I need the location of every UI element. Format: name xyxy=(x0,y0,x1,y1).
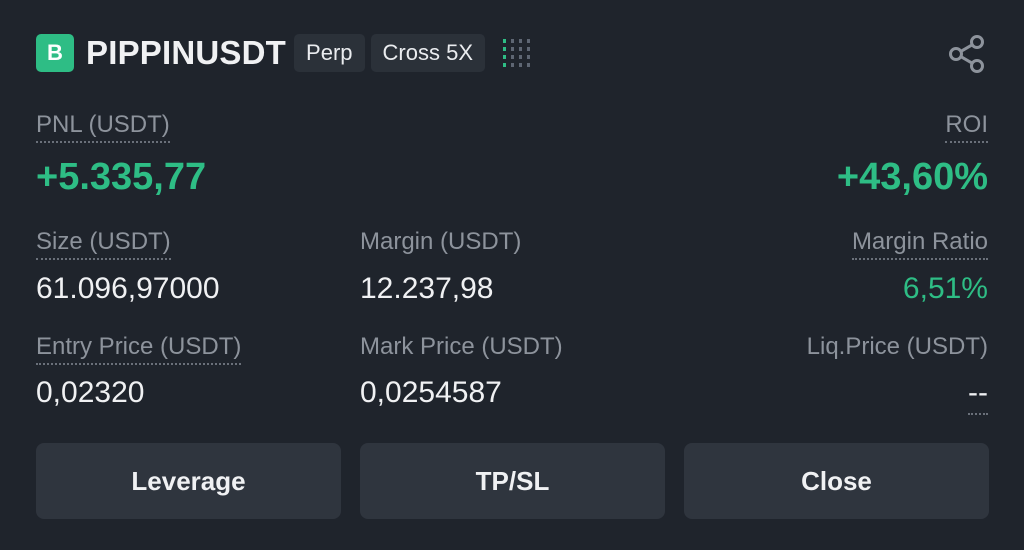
mark-price-value: 0,0254587 xyxy=(360,376,502,409)
close-position-button[interactable]: Close xyxy=(684,443,989,519)
margin-mode-leverage-tag[interactable]: Cross 5X xyxy=(370,34,486,72)
size-label[interactable]: Size (USDT) xyxy=(36,229,171,260)
contract-type-tag: Perp xyxy=(294,34,365,72)
entry-price-label[interactable]: Entry Price (USDT) xyxy=(36,334,242,365)
roi-label[interactable]: ROI xyxy=(945,112,988,143)
share-icon xyxy=(949,35,984,73)
symbol-name[interactable]: PIPPINUSDT xyxy=(86,34,286,72)
entry-price-value: 0,02320 xyxy=(36,376,145,409)
long-side-badge: B xyxy=(36,34,74,72)
mark-price-label: Mark Price (USDT) xyxy=(360,333,563,360)
position-card: B PIPPINUSDT Perp Cross 5X PNL (USDT) +5… xyxy=(0,0,1024,550)
pnl-label[interactable]: PNL (USDT) xyxy=(36,112,170,143)
risk-bar xyxy=(527,39,531,67)
leverage-button[interactable]: Leverage xyxy=(36,443,341,519)
risk-bar xyxy=(503,39,507,67)
margin-ratio-value: 6,51% xyxy=(902,272,988,305)
risk-level-bars-icon xyxy=(503,39,531,67)
margin-value: 12.237,98 xyxy=(360,272,494,305)
margin-ratio-label[interactable]: Margin Ratio xyxy=(851,229,988,260)
position-header: B PIPPINUSDT Perp Cross 5X xyxy=(36,33,988,73)
margin-label: Margin (USDT) xyxy=(360,228,522,255)
share-button[interactable] xyxy=(946,33,988,75)
pnl-value: +5.335,77 xyxy=(36,156,207,198)
roi-value: +43,60% xyxy=(836,156,988,198)
risk-bar xyxy=(511,39,515,67)
liq-price-value[interactable]: -- xyxy=(968,376,988,415)
size-value: 61.096,97000 xyxy=(36,272,220,305)
risk-bar xyxy=(519,39,523,67)
tpsl-button[interactable]: TP/SL xyxy=(360,443,665,519)
liq-price-label: Liq.Price (USDT) xyxy=(806,333,988,360)
